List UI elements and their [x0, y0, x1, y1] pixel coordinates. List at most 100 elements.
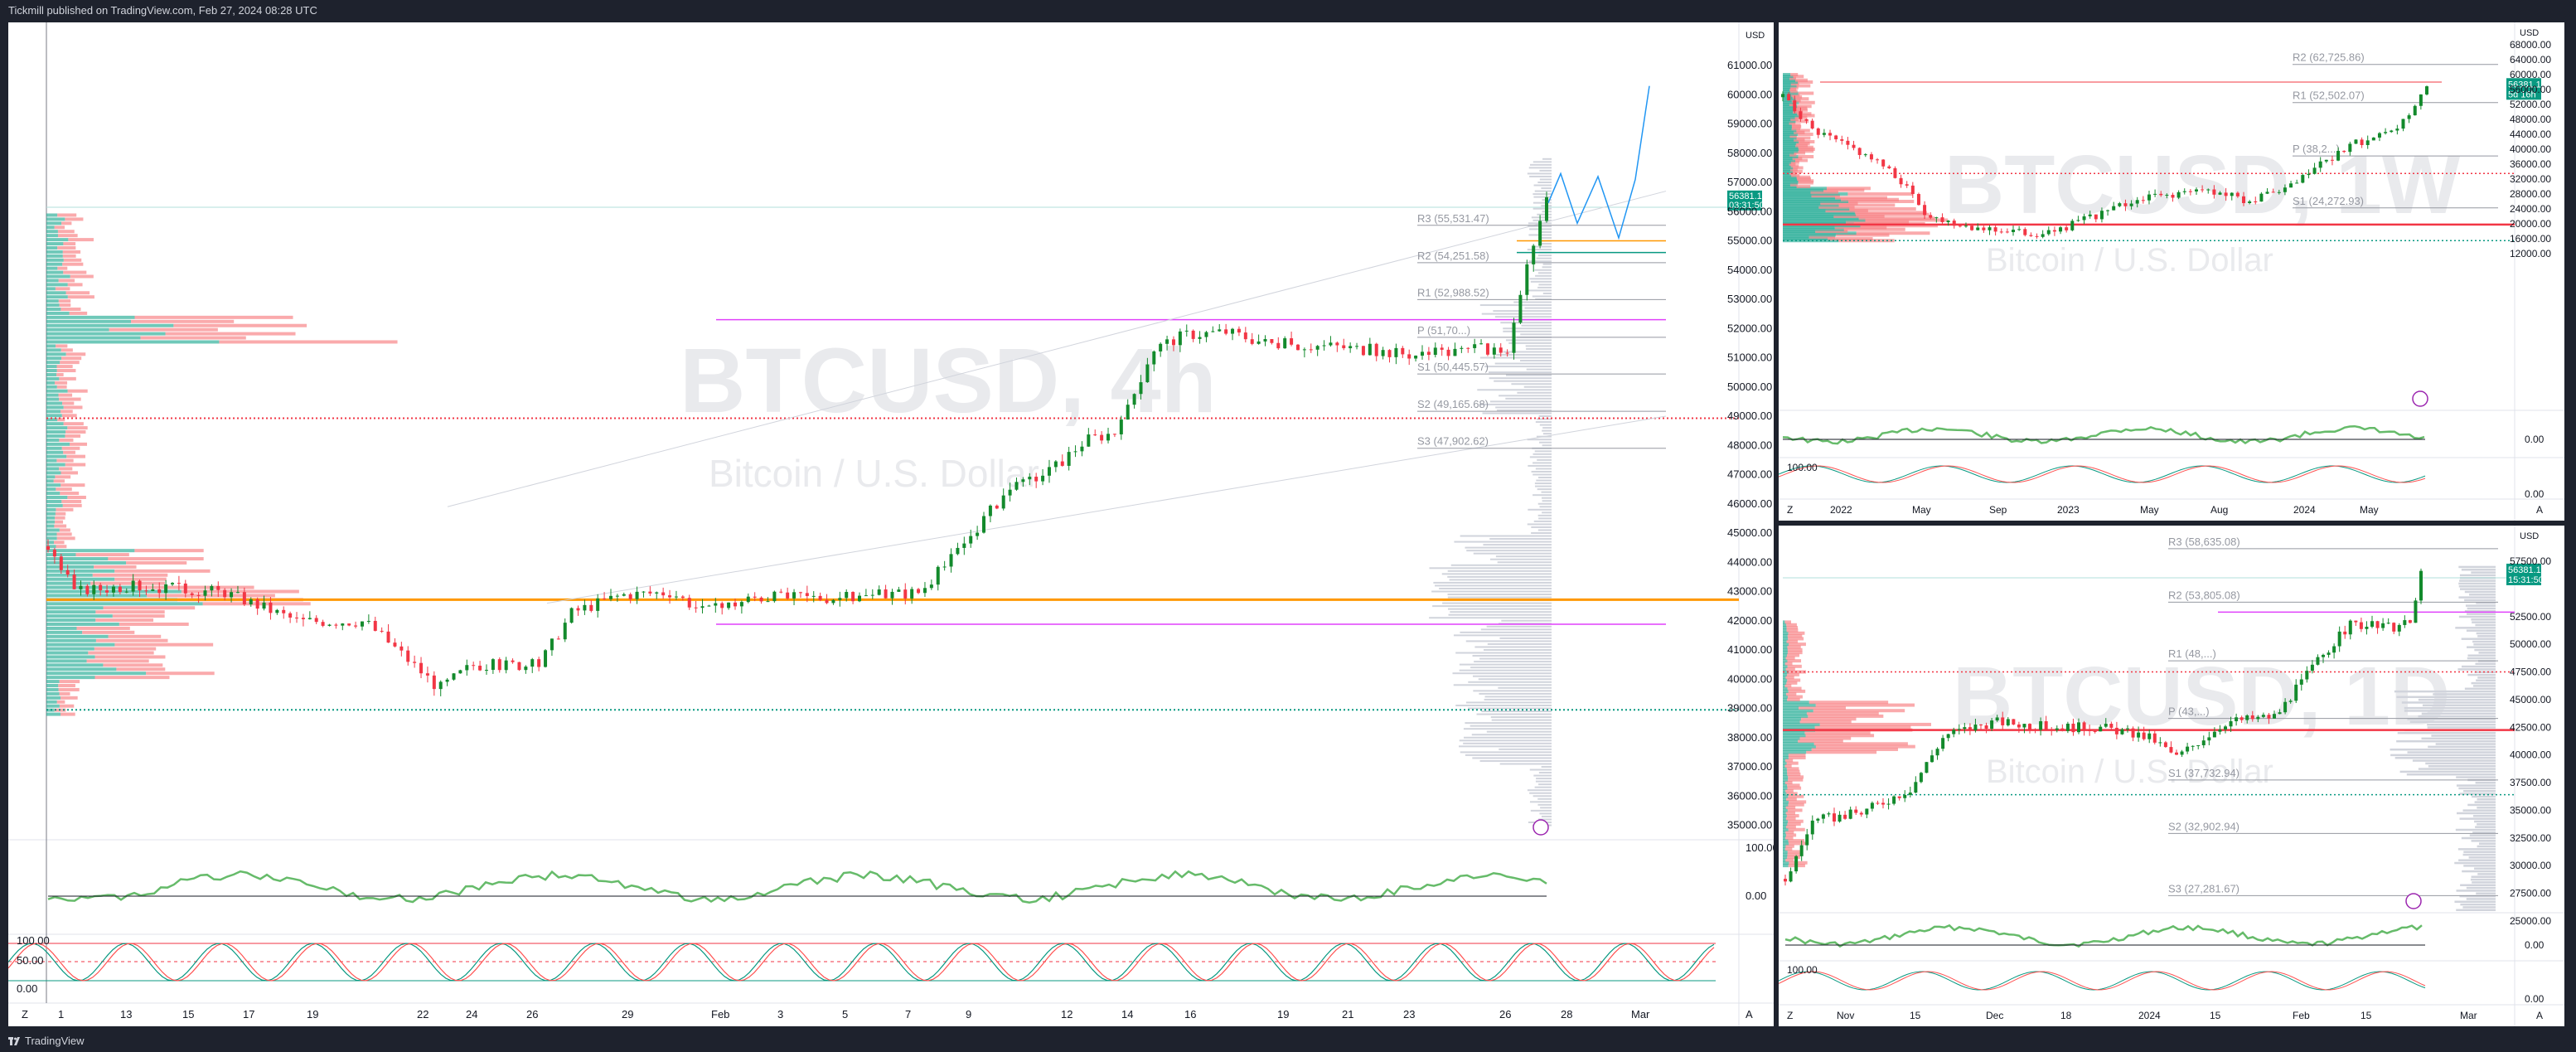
main-candle-body — [1460, 347, 1464, 349]
daily-chart-panel[interactable]: BTCUSD, 1D Bitcoin / U.S. Dollar R3 (58,63… — [1779, 526, 2564, 1026]
main-candle-body — [1329, 342, 1333, 346]
daily-candle-body — [1952, 730, 1956, 734]
daily-candle-body — [2071, 723, 2075, 733]
daily-chart-svg[interactable]: BTCUSD, 1DBitcoin / U.S. DollarR3 (58,63… — [1779, 526, 2564, 1026]
volume-profile-session — [2390, 754, 2496, 757]
volume-profile-session — [1482, 412, 1552, 414]
volume-profile-sell — [1799, 100, 1815, 104]
volume-profile-session — [1534, 190, 1552, 192]
main-candle-body — [739, 602, 743, 607]
main-candle-body — [366, 620, 370, 622]
weekly-candle-body — [1810, 120, 1814, 128]
main-chart-svg[interactable]: BTCUSD, 4h Bitcoin / U.S. Dollar R3 (55,53… — [8, 22, 1774, 1026]
volume-profile-buy — [46, 245, 58, 250]
daily-candle-body — [2131, 728, 2135, 738]
weekly-candle-body — [2271, 191, 2275, 193]
daily-candle-body — [1897, 796, 1901, 798]
weekly-candle-body — [1988, 227, 1992, 230]
main-candle-body — [556, 638, 560, 640]
volume-profile-buy — [46, 458, 57, 463]
main-candle-body — [282, 609, 286, 613]
daily-candle-body — [2152, 733, 2157, 743]
volume-profile-buy — [46, 287, 56, 291]
weekly-candle-body — [1893, 167, 1897, 178]
daily-candle-body — [1946, 734, 1950, 739]
volume-profile-session — [1479, 304, 1552, 307]
volume-profile-session — [2463, 865, 2496, 867]
main-candle-body — [1525, 264, 1529, 295]
volume-profile-session — [2461, 569, 2496, 571]
price-tick: 50000.00 — [1727, 381, 1772, 393]
weekly-candle-body — [1905, 184, 1909, 186]
volume-profile-sell — [61, 221, 72, 225]
volume-profile-session — [1463, 742, 1552, 744]
volume-profile-session — [1537, 502, 1552, 505]
weekly-candle-body — [1958, 225, 1962, 227]
volume-profile-sell — [54, 524, 67, 528]
weekly-chart-svg[interactable]: BTCUSD, 1W Bitcoin / U.S. Dollar R2 (62,72… — [1779, 22, 2564, 521]
chart-watermark: BTCUSD, 1D — [1953, 650, 2450, 743]
volume-profile-session — [2456, 890, 2496, 892]
volume-profile-session — [1450, 564, 1552, 566]
daily-candle-body — [1794, 856, 1799, 872]
volume-profile-buy — [46, 295, 68, 299]
volume-profile-sell — [181, 589, 299, 594]
daily-candle-body — [2012, 719, 2016, 725]
price-tick: 52500.00 — [2510, 611, 2551, 623]
main-candle-body — [255, 599, 259, 609]
volume-profile-sell — [94, 655, 166, 659]
price-tick: 42000.00 — [1727, 614, 1772, 627]
main-candle-body — [746, 596, 750, 603]
main-candle-body — [976, 532, 980, 536]
main-candle-body — [386, 631, 390, 643]
daily-candle-body — [2365, 627, 2369, 629]
price-tick: 60000.00 — [1727, 88, 1772, 100]
volume-profile-session — [2425, 762, 2496, 765]
volume-profile-session — [1493, 310, 1552, 313]
volume-profile-session — [1468, 681, 1552, 683]
projection-path — [1547, 85, 1650, 240]
volume-profile-sell — [63, 270, 87, 274]
volume-profile-sell — [58, 299, 71, 303]
volume-profile-buy — [46, 503, 63, 507]
main-candle-body — [210, 585, 214, 591]
weekly-candle-body — [2177, 191, 2181, 198]
volume-profile-session — [1499, 395, 1552, 397]
volume-profile-buy — [46, 507, 56, 511]
volume-profile-buy — [46, 238, 69, 242]
volume-profile-session — [1534, 482, 1552, 485]
main-candle-body — [1518, 294, 1523, 323]
volume-profile-buy — [46, 266, 58, 270]
volume-profile-session — [1539, 441, 1552, 444]
volume-profile-session — [1460, 751, 1552, 754]
main-chart-panel[interactable]: BTCUSD, 4h Bitcoin / U.S. Dollar R3 (55,53… — [8, 22, 1774, 1026]
date-tick: May — [2140, 504, 2159, 516]
volume-profile-sell — [61, 696, 78, 700]
date-tick: 17 — [243, 1008, 254, 1020]
volume-profile-session — [1529, 175, 1552, 177]
main-candle-body — [452, 673, 456, 680]
volume-profile-sell — [67, 495, 86, 499]
volume-profile-sell — [56, 545, 67, 549]
volume-profile-session — [2461, 836, 2496, 840]
weekly-candle-body — [1846, 140, 1850, 145]
volume-profile-sell — [55, 381, 68, 385]
volume-profile-session — [2475, 662, 2496, 665]
main-candle-body — [196, 594, 201, 596]
weekly-chart-panel[interactable]: BTCUSD, 1W Bitcoin / U.S. Dollar R2 (62,72… — [1779, 22, 2564, 521]
weekly-candle-body — [2254, 201, 2258, 202]
daily-candle-body — [2403, 620, 2407, 625]
currency-label: USD — [2520, 531, 2539, 541]
daily-candle-body — [2055, 728, 2059, 730]
weekly-candle-body — [1899, 177, 1903, 185]
volume-profile-session — [1542, 511, 1552, 514]
osc2-tick: 100.00 — [17, 934, 50, 947]
main-candle-body — [59, 556, 63, 570]
daily-candle-body — [2322, 654, 2325, 657]
weekly-candle-body — [2265, 191, 2269, 194]
stoch-d-line — [1779, 971, 2426, 991]
volume-profile-session — [2396, 739, 2496, 743]
weekly-candle-body — [1999, 231, 2003, 233]
main-candle-body — [1295, 344, 1300, 351]
volume-profile-session — [1537, 514, 1552, 516]
